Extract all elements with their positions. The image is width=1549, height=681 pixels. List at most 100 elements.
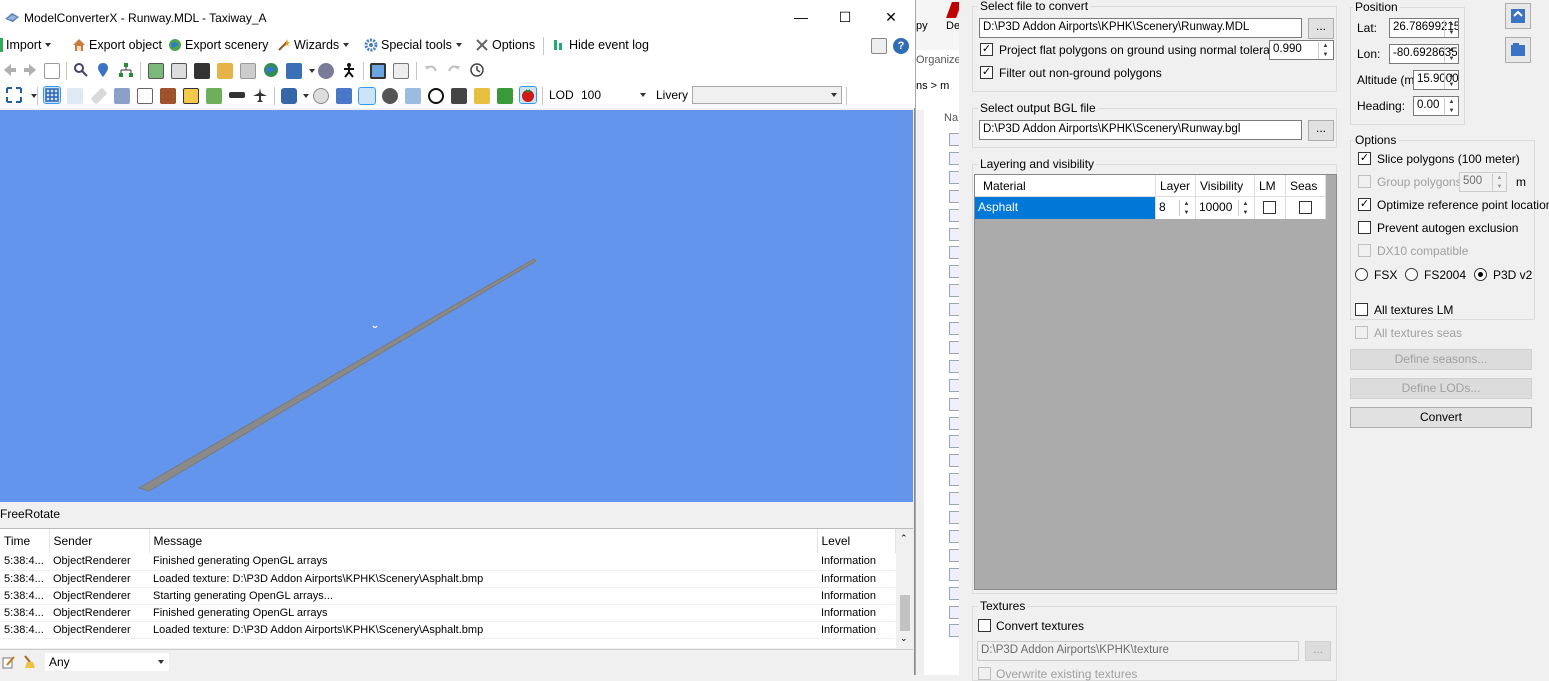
cube-icon[interactable] [137,88,153,104]
optimize-reference-checkbox[interactable]: ✓ [1358,198,1371,211]
scroll-up-icon[interactable]: ⌃ [900,533,908,544]
brick-icon[interactable] [160,88,176,104]
radio-fsx[interactable] [1355,268,1368,281]
tolerance-spinner[interactable]: ▲ ▼ [1318,42,1332,59]
log-scrollbar[interactable]: ⌃ ⌄ [896,529,913,649]
table-row[interactable]: 5:38:4... ObjectRenderer Loaded texture: D… [0,570,895,588]
document-icon[interactable] [44,63,60,79]
lod-select[interactable]: 100 [577,86,651,104]
all-textures-lm-checkbox[interactable] [1355,303,1368,316]
close-button[interactable]: ✕ [876,6,906,28]
group-polygons-checkbox[interactable] [1358,175,1371,188]
convert-textures-checkbox[interactable] [978,619,991,632]
layer-spinner[interactable]: ▲ ▼ [1179,200,1193,216]
overwrite-textures-checkbox[interactable] [978,667,991,680]
texture-icon[interactable] [217,63,233,79]
output-file-path[interactable]: D:\P3D Addon Airports\KPHK\Scenery\Runwa… [979,120,1302,140]
radio-p3d-v2[interactable] [1474,268,1487,281]
dx10-checkbox[interactable] [1358,244,1371,257]
fit-view-icon[interactable] [6,87,22,103]
log-col-time[interactable]: Time [0,529,50,553]
link-icon[interactable] [318,63,334,79]
maximize-button[interactable]: ☐ [830,6,860,28]
load-location-button[interactable] [1505,37,1531,63]
pin-icon[interactable] [90,87,108,105]
scroll-thumb[interactable] [900,595,910,631]
person-icon[interactable] [341,62,357,78]
camera-icon[interactable] [281,88,297,104]
airplane-icon[interactable] [252,87,268,103]
texture-brick-icon[interactable] [358,87,376,105]
material-icon[interactable] [171,63,187,79]
redo-icon[interactable] [446,62,462,78]
convert-button[interactable]: Convert [1350,407,1532,428]
prevent-autogen-checkbox[interactable] [1358,221,1371,234]
grid-icon[interactable] [43,86,61,104]
image-icon[interactable] [148,63,164,79]
globe-gray-icon[interactable] [382,88,398,104]
table-row[interactable]: 5:38:4... ObjectRenderer Finished generati… [0,553,895,571]
film-icon[interactable] [194,63,210,79]
map-pin-icon[interactable] [95,62,111,78]
hierarchy-icon[interactable] [118,62,134,78]
input-file-path[interactable]: D:\P3D Addon Airports\KPHK\Scenery\Runwa… [979,18,1302,38]
minimize-button[interactable]: — [786,6,816,28]
heading-spinner[interactable]: ▲ ▼ [1444,98,1458,115]
light-icon[interactable] [183,88,199,104]
ball-icon[interactable] [428,88,444,104]
options-menu[interactable]: Options [475,38,535,52]
zoom-icon[interactable] [73,62,89,78]
export-object-menu[interactable]: Export object [72,38,162,52]
ground-icon[interactable] [206,88,222,104]
log-col-level[interactable]: Level [817,529,896,553]
grid-cell-material[interactable]: Asphalt [975,197,1156,219]
undo-icon[interactable] [423,62,439,78]
placement-icon[interactable] [286,63,302,79]
grid-cell-visibility[interactable]: 10000 ▲ ▼ [1196,197,1255,219]
log-col-message[interactable]: Message [149,529,818,553]
special-tools-menu[interactable]: Special tools [364,38,462,52]
tree-icon[interactable] [451,88,467,104]
seas-checkbox[interactable] [1299,201,1312,214]
output-browse-button[interactable]: ... [1308,120,1334,141]
sphere-icon[interactable] [313,88,329,104]
log-col-sender[interactable]: Sender [49,529,150,553]
grid-col-lm[interactable]: LM [1255,175,1286,197]
grayscale-icon[interactable] [240,63,256,79]
grid-col-visibility[interactable]: Visibility [1196,175,1255,197]
table-row[interactable]: 5:38:4... ObjectRenderer Finished generati… [0,604,895,622]
input-browse-button[interactable]: ... [1308,18,1334,39]
axis-icon[interactable] [67,88,83,104]
group-distance-spinner[interactable]: ▲ ▼ [1492,174,1506,191]
rotate-icon[interactable] [405,88,421,104]
chevron-down-icon[interactable] [303,94,309,98]
texture-browse-button[interactable]: ... [1305,641,1331,661]
altitude-spinner[interactable]: ▲ ▼ [1444,72,1458,89]
refresh-icon[interactable] [497,88,513,104]
project-flat-checkbox[interactable]: ✓ [980,43,993,56]
slice-polygons-checkbox[interactable]: ✓ [1358,152,1371,165]
chevron-down-icon[interactable] [309,69,315,73]
hide-event-log-menu[interactable]: Hide event log [552,38,649,52]
table-row[interactable]: 5:38:4... ObjectRenderer Loaded texture: D… [0,621,895,639]
edit-icon[interactable] [2,655,16,669]
world-icon[interactable] [263,62,279,78]
table-row[interactable]: 5:38:4... ObjectRenderer Starting generati… [0,587,895,605]
clock-icon[interactable] [469,62,485,78]
all-textures-seas-checkbox[interactable] [1355,326,1368,339]
runway-icon[interactable] [229,92,245,98]
scroll-down-icon[interactable]: ⌄ [900,633,908,644]
panel-layout-icon[interactable] [871,38,887,54]
radio-fs2004[interactable] [1405,268,1418,281]
grid-col-material[interactable]: Material [975,175,1156,197]
pick-location-button[interactable] [1505,3,1531,29]
lat-spinner[interactable]: ▲ ▼ [1444,20,1458,37]
connect-icon[interactable] [114,88,130,104]
wizards-menu[interactable]: Wizards [277,38,350,52]
clear-broom-icon[interactable] [21,655,37,669]
visibility-spinner[interactable]: ▲ ▼ [1238,200,1252,216]
texture-folder-path[interactable]: D:\P3D Addon Airports\KPHK\texture [977,641,1299,661]
lon-spinner[interactable]: ▲ ▼ [1444,46,1458,63]
lm-checkbox[interactable] [1263,201,1276,214]
screen-icon[interactable] [370,63,386,79]
